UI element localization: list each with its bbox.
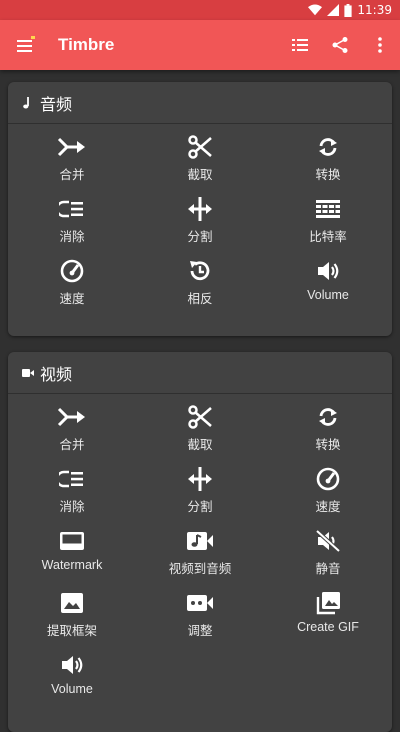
share-icon[interactable] xyxy=(328,33,352,57)
audio-tool-7[interactable]: 相反 xyxy=(136,254,264,316)
video-tool-label: 速度 xyxy=(315,500,341,514)
audio-tool-label: 相反 xyxy=(187,292,213,306)
video-tool-label: 视频到音频 xyxy=(168,562,232,576)
video-to-audio-icon xyxy=(185,526,215,556)
video-tool-4[interactable]: 分割 xyxy=(136,462,264,524)
video-tool-9[interactable]: 提取框架 xyxy=(8,586,136,648)
video-tool-8[interactable]: 静音 xyxy=(264,524,392,586)
video-tool-10[interactable]: 调整 xyxy=(136,586,264,648)
status-time: 11:39 xyxy=(357,3,392,17)
video-section-title: 视频 xyxy=(40,364,73,384)
audio-tool-8[interactable]: Volume xyxy=(264,254,392,316)
audio-tool-label: Volume xyxy=(307,288,349,302)
audio-tool-1[interactable]: 截取 xyxy=(136,130,264,192)
video-tool-label: Watermark xyxy=(41,558,103,572)
convert-icon xyxy=(313,402,343,432)
split-icon xyxy=(185,194,215,224)
video-tool-5[interactable]: 速度 xyxy=(264,462,392,524)
more-options-icon[interactable] xyxy=(368,33,392,57)
remove-icon xyxy=(57,464,87,494)
audio-tool-6[interactable]: 速度 xyxy=(8,254,136,316)
wifi-icon xyxy=(308,4,323,16)
videocam-icon xyxy=(22,368,36,378)
video-card-header: 视频 xyxy=(8,352,392,394)
video-tools-grid: 合并 截取 转换消除 分割 速度 Watermark 视频到音频 静音提取框架 调整 Create… xyxy=(8,394,392,710)
video-tool-12[interactable]: Volume xyxy=(8,648,136,710)
video-card: 视频 合并 截取 转换消除 分割 速度 Watermark 视频到音频 静音提取框架 调整 Cre… xyxy=(8,352,392,732)
video-tool-6[interactable]: Watermark xyxy=(8,524,136,586)
audio-card-header: 音频 xyxy=(8,82,392,124)
video-tool-7[interactable]: 视频到音频 xyxy=(136,524,264,586)
merge-icon xyxy=(57,402,87,432)
volume-icon xyxy=(57,650,87,680)
audio-card: 音频 合并 截取 转换消除 分割 比特率速度 相反 Volume xyxy=(8,82,392,336)
scissors-icon xyxy=(185,132,215,162)
mute-icon xyxy=(313,526,343,556)
audio-tool-5[interactable]: 比特率 xyxy=(264,192,392,254)
video-tool-label: 消除 xyxy=(59,500,85,514)
audio-section-title: 音频 xyxy=(40,94,73,114)
audio-tool-2[interactable]: 转换 xyxy=(264,130,392,192)
video-tool-label: 提取框架 xyxy=(46,624,97,638)
bitrate-icon xyxy=(313,194,343,224)
video-tool-label: Volume xyxy=(51,682,93,696)
video-tool-label: 静音 xyxy=(315,562,341,576)
menu-icon[interactable] xyxy=(14,33,38,57)
split-icon xyxy=(185,464,215,494)
video-tool-label: 分割 xyxy=(187,500,213,514)
video-tool-1[interactable]: 截取 xyxy=(136,400,264,462)
speedometer-icon xyxy=(57,256,87,286)
remove-icon xyxy=(57,194,87,224)
video-tool-11[interactable]: Create GIF xyxy=(264,586,392,648)
reverse-icon xyxy=(185,256,215,286)
convert-icon xyxy=(313,132,343,162)
speedometer-icon xyxy=(313,464,343,494)
video-tool-label: 转换 xyxy=(315,438,341,452)
audio-tool-label: 转换 xyxy=(315,168,341,182)
audio-tool-0[interactable]: 合并 xyxy=(8,130,136,192)
audio-tool-label: 合并 xyxy=(59,168,85,182)
audio-tool-3[interactable]: 消除 xyxy=(8,192,136,254)
video-camera-icon xyxy=(185,588,215,618)
video-tool-label: 调整 xyxy=(187,624,213,638)
merge-icon xyxy=(57,132,87,162)
video-tool-label: 截取 xyxy=(187,438,213,452)
gif-library-icon xyxy=(313,588,343,618)
audio-tool-label: 比特率 xyxy=(309,230,347,244)
volume-icon xyxy=(313,256,343,286)
scissors-icon xyxy=(185,402,215,432)
video-tool-0[interactable]: 合并 xyxy=(8,400,136,462)
music-note-icon xyxy=(22,96,36,110)
watermark-icon xyxy=(57,526,87,556)
video-tool-label: Create GIF xyxy=(297,620,359,634)
audio-tool-label: 速度 xyxy=(59,292,85,306)
audio-tool-label: 截取 xyxy=(187,168,213,182)
app-title: Timbre xyxy=(58,35,115,54)
audio-tool-label: 分割 xyxy=(187,230,213,244)
battery-icon xyxy=(344,3,353,17)
image-icon xyxy=(57,588,87,618)
video-tool-3[interactable]: 消除 xyxy=(8,462,136,524)
list-icon[interactable] xyxy=(288,33,312,57)
audio-tool-label: 消除 xyxy=(59,230,85,244)
app-bar: Timbre xyxy=(0,20,400,70)
video-tool-label: 合并 xyxy=(59,438,85,452)
video-tool-2[interactable]: 转换 xyxy=(264,400,392,462)
signal-icon xyxy=(327,4,340,16)
status-bar: 11:39 xyxy=(0,0,400,20)
audio-tool-4[interactable]: 分割 xyxy=(136,192,264,254)
audio-tools-grid: 合并 截取 转换消除 分割 比特率速度 相反 Volume xyxy=(8,124,392,316)
